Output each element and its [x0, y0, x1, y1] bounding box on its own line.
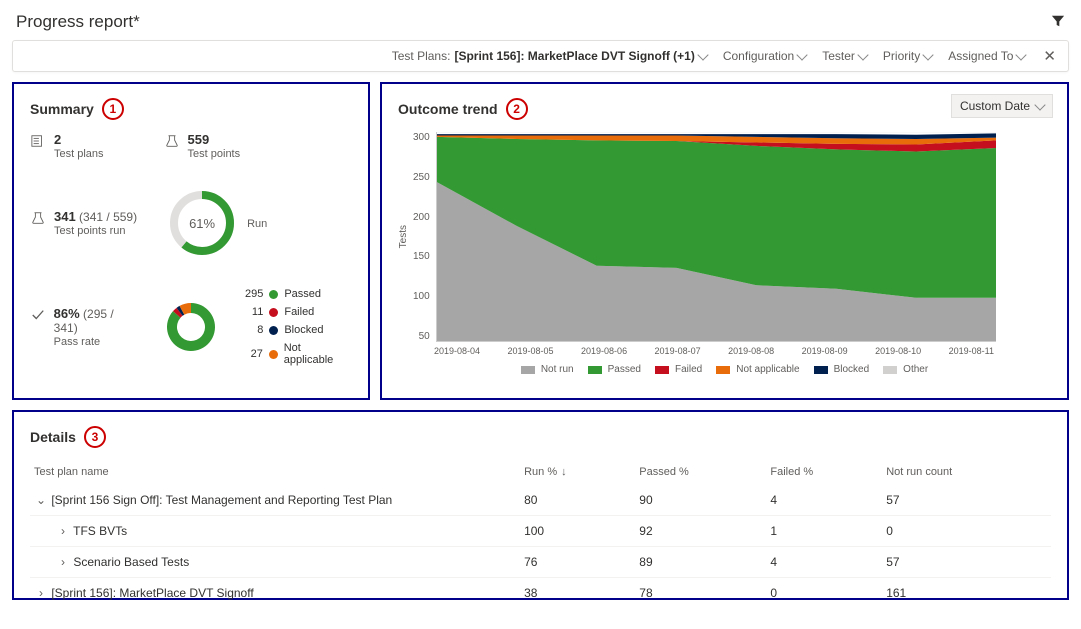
callout-1: 1 [102, 98, 124, 120]
test-plan-name: TFS BVTs [73, 524, 127, 538]
col-passed[interactable]: Passed % [635, 460, 766, 485]
chevron-down-icon [697, 49, 708, 60]
summary-title: Summary [30, 101, 94, 117]
close-icon[interactable]: ✕ [1041, 47, 1058, 65]
filter-test-plans-label: Test Plans: [392, 49, 451, 63]
outcome-legend: 295Passed 11Failed 8Blocked 27Not applicabl… [243, 288, 352, 366]
test-plan-name: [Sprint 156]: MarketPlace DVT Signoff [51, 586, 253, 600]
chevron-down-icon [797, 49, 808, 60]
chevron-down-icon [1034, 99, 1045, 110]
col-run[interactable]: Run %↓ [520, 460, 635, 485]
filter-test-plans[interactable]: Test Plans: [Sprint 156]: MarketPlace DV… [392, 49, 707, 63]
summary-test-points: 559 Test points [164, 132, 241, 160]
details-title: Details [30, 429, 76, 445]
test-plan-icon [30, 133, 46, 149]
callout-3: 3 [84, 426, 106, 448]
sort-desc-icon: ↓ [561, 466, 567, 478]
chevron-down-icon [923, 49, 934, 60]
trend-legend-not_run: Not run [521, 364, 574, 375]
legend-item-na: 27Not applicable [243, 342, 352, 366]
filter-icon[interactable] [1051, 14, 1065, 31]
filter-assigned-to[interactable]: Assigned To [948, 49, 1025, 63]
trend-legend-passed: Passed [588, 364, 641, 375]
trend-title: Outcome trend [398, 101, 498, 117]
filter-tester[interactable]: Tester [822, 49, 867, 63]
trend-legend-failed: Failed [655, 364, 702, 375]
trend-legend-na: Not applicable [716, 364, 799, 375]
table-row[interactable]: ⌄ [Sprint 156 Sign Off]: Test Management… [30, 485, 1051, 516]
check-icon [30, 307, 46, 323]
y-axis-label: Tests [398, 225, 409, 248]
filter-configuration[interactable]: Configuration [723, 49, 806, 63]
details-table: Test plan name Run %↓ Passed % Failed % … [30, 460, 1051, 608]
x-axis-labels: 2019-08-042019-08-052019-08-062019-08-07… [434, 346, 994, 356]
test-plan-name: Scenario Based Tests [73, 555, 189, 569]
filter-test-plans-value: [Sprint 156]: MarketPlace DVT Signoff (+… [454, 49, 694, 63]
run-percent-donut: 61% [167, 188, 237, 258]
legend-item-passed: 295Passed [243, 288, 352, 300]
summary-test-plans: 2 Test plans [30, 132, 104, 160]
beaker-icon [164, 133, 180, 149]
chevron-down-icon[interactable]: ⌄ [34, 493, 48, 507]
legend-item-failed: 11Failed [243, 306, 352, 318]
page-title: Progress report* [16, 12, 140, 32]
y-axis-ticks: 30025020015010050 [413, 132, 436, 342]
trend-legend: Not run Passed Failed Not applicable Blocked… [398, 364, 1051, 375]
chevron-right-icon[interactable]: › [56, 524, 70, 538]
table-row[interactable]: › TFS BVTs1009210 [30, 516, 1051, 547]
outcome-donut [161, 297, 221, 357]
legend-item-blocked: 8Blocked [243, 324, 352, 336]
chevron-down-icon [1016, 49, 1027, 60]
filter-priority[interactable]: Priority [883, 49, 932, 63]
callout-2: 2 [506, 98, 528, 120]
table-row[interactable]: › [Sprint 156]: MarketPlace DVT Signoff3… [30, 578, 1051, 609]
chevron-right-icon[interactable]: › [56, 555, 70, 569]
beaker-icon [30, 210, 46, 226]
filter-bar: Test Plans: [Sprint 156]: MarketPlace DV… [12, 40, 1069, 72]
trend-legend-other: Other [883, 364, 928, 375]
trend-chart [436, 132, 996, 342]
details-panel: Details 3 Test plan name Run %↓ Passed %… [12, 410, 1069, 600]
test-plan-name: [Sprint 156 Sign Off]: Test Management a… [51, 493, 392, 507]
summary-pass-rate: 86% (295 / 341) Pass rate [30, 306, 139, 348]
col-failed[interactable]: Failed % [766, 460, 882, 485]
col-not-run[interactable]: Not run count [882, 460, 1051, 485]
table-row[interactable]: › Scenario Based Tests7689457 [30, 547, 1051, 578]
summary-test-points-run: 341 (341 / 559) Test points run [30, 209, 137, 237]
outcome-trend-panel: Outcome trend 2 Custom Date Tests 300250… [380, 82, 1069, 400]
chevron-down-icon [857, 49, 868, 60]
chevron-right-icon[interactable]: › [34, 586, 48, 600]
col-name[interactable]: Test plan name [30, 460, 520, 485]
custom-date-button[interactable]: Custom Date [951, 94, 1053, 118]
summary-panel: Summary 1 2 Test plans [12, 82, 370, 400]
trend-legend-blocked: Blocked [814, 364, 870, 375]
